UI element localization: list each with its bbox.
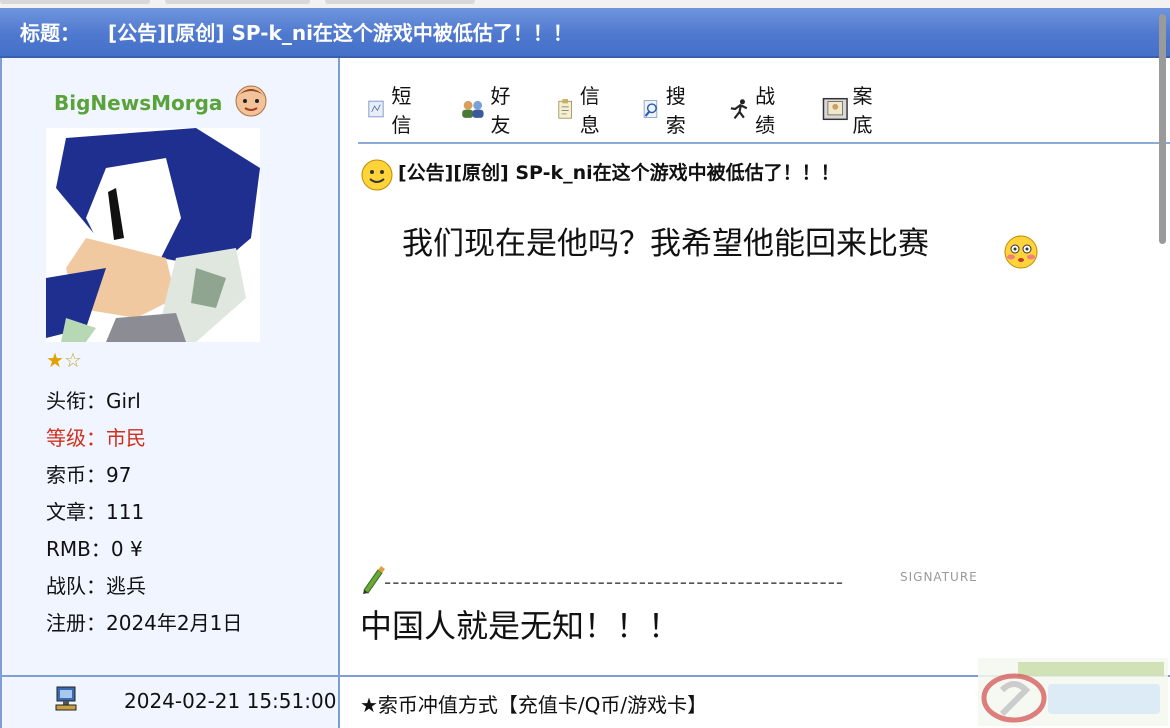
info-icon bbox=[558, 99, 572, 119]
star-full-icon: ★ bbox=[46, 348, 64, 372]
user-field-coins: 索币：97 bbox=[46, 463, 132, 487]
thread-title: [公告][原创] SP-k_ni在这个游戏中被低估了！！！ bbox=[108, 21, 573, 45]
title-bar: 标题： [公告][原创] SP-k_ni在这个游戏中被低估了！！！ bbox=[0, 8, 1170, 58]
signature-text: 中国人就是无知！！！ bbox=[360, 607, 681, 645]
user-field-title: 头衔：Girl bbox=[46, 389, 141, 413]
toolbar-search-button[interactable]: 搜索 bbox=[642, 84, 694, 137]
file-icon bbox=[822, 97, 848, 121]
signature-divider: ----------------------------------------… bbox=[384, 570, 845, 594]
title-label: 标题： bbox=[20, 21, 80, 45]
avatar[interactable] bbox=[46, 128, 260, 342]
post-content: 我们现在是他吗？我希望他能回来比赛 bbox=[402, 226, 929, 262]
toolbar-file-button[interactable]: 案底 bbox=[822, 84, 882, 137]
toolbar-friends-button[interactable]: 好友 bbox=[460, 84, 520, 137]
message-icon bbox=[368, 100, 384, 118]
user-field-team: 战队：逃兵 bbox=[46, 574, 146, 598]
footer-left: 2024-02-21 15:51:00 bbox=[0, 677, 340, 728]
toolbar-record-button[interactable]: 战绩 bbox=[728, 84, 784, 137]
tab-stub[interactable] bbox=[165, 0, 310, 4]
coin-recharge-link[interactable]: ★索币冲值方式【充值卡/Q币/游戏卡】 bbox=[360, 689, 707, 718]
friends-icon bbox=[462, 100, 484, 118]
computer-icon bbox=[55, 686, 77, 711]
signature-label: SIGNATURE bbox=[900, 570, 978, 584]
rank-stars: ★☆ bbox=[46, 348, 82, 372]
post-title: [公告][原创] SP-k_ni在这个游戏中被低估了！！！ bbox=[398, 162, 840, 184]
tab-stub[interactable] bbox=[0, 0, 150, 4]
toolbar-message-button[interactable]: 短信 bbox=[366, 84, 420, 137]
smile-icon bbox=[361, 159, 393, 191]
pencil-icon bbox=[363, 566, 385, 594]
toolbar-divider bbox=[358, 142, 1170, 144]
top-strip bbox=[0, 0, 1170, 8]
username-link[interactable]: BigNewsMorga bbox=[54, 91, 222, 115]
user-field-registered: 注册：2024年2月1日 bbox=[46, 611, 243, 635]
record-icon bbox=[730, 99, 748, 120]
star-empty-icon: ☆ bbox=[63, 348, 82, 372]
site-logo bbox=[978, 658, 1168, 726]
post-timestamp: 2024-02-21 15:51:00 bbox=[124, 689, 337, 713]
tab-stub[interactable] bbox=[325, 0, 475, 4]
toolbar-info-button[interactable]: 信息 bbox=[556, 84, 608, 137]
user-face-icon bbox=[235, 85, 267, 117]
user-field-posts: 文章：111 bbox=[46, 500, 145, 524]
post-panel: 短信 好友 信息 搜索 战绩 案底 [公告][原创] SP-k_ni在这个游戏中… bbox=[340, 58, 1170, 675]
user-field-level: 等级：市民 bbox=[46, 426, 146, 450]
search-icon bbox=[643, 100, 658, 118]
embarrassed-icon bbox=[1004, 235, 1038, 269]
scrollbar[interactable] bbox=[1159, 14, 1166, 244]
user-panel: BigNewsMorga ★☆ 头衔：Girl 等级：市民 索币：97 文章：1… bbox=[0, 58, 340, 675]
user-field-rmb: RMB：0 ¥ bbox=[46, 537, 143, 561]
